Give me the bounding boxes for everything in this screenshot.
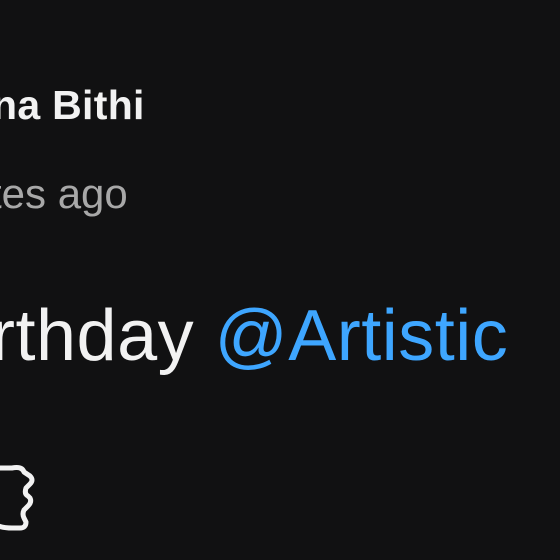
comment-author[interactable]: na Bithi	[0, 82, 145, 129]
comment-text-body: rthday	[0, 296, 215, 376]
mention-link[interactable]: @Artistic	[215, 296, 509, 376]
comment-timestamp[interactable]: tes ago	[0, 170, 128, 218]
comment-card: na Bithi tes ago rthday @Artistic	[0, 0, 560, 560]
thumbs-up-icon[interactable]	[0, 458, 46, 538]
comment-text: rthday @Artistic	[0, 295, 508, 377]
